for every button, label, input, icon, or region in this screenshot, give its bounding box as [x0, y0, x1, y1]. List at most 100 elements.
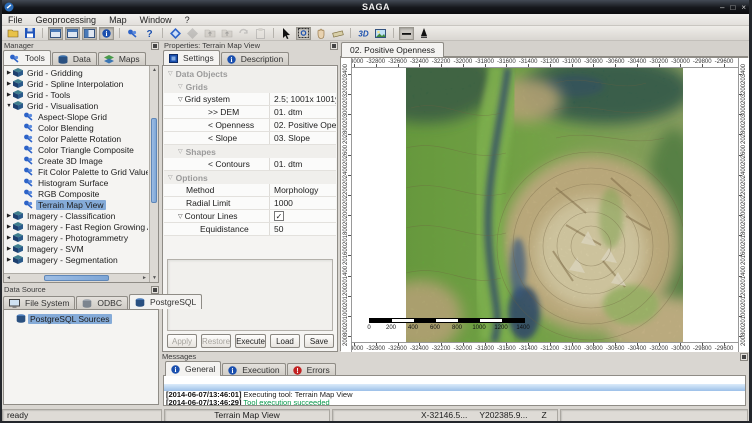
expand-icon[interactable]: ▶ — [5, 235, 13, 241]
tree-item-imagery-fast-region-growing-al[interactable]: ▶Imagery - Fast Region Growing Al — [5, 221, 148, 232]
north-arrow-button[interactable] — [416, 27, 431, 40]
show-data-source-button[interactable] — [65, 27, 80, 40]
manager-tab-tools[interactable]: Tools — [3, 50, 51, 65]
tree-item-imagery-segmentation[interactable]: ▶Imagery - Segmentation — [5, 254, 148, 265]
scroll-up-icon[interactable]: ▲ — [150, 66, 159, 74]
tree-item-color-blending[interactable]: Color Blending — [5, 122, 148, 133]
properties-tab-description[interactable]: iDescription — [221, 52, 290, 65]
message-row[interactable]: [2014-06-07/13:46:29] Tool execution suc… — [164, 399, 745, 407]
help-button[interactable]: ? — [142, 27, 157, 40]
section-collapse-icon[interactable]: ▽ — [168, 174, 173, 181]
messages-list[interactable]: [2014-06-07/13:46:01] Executing tool: Te… — [163, 375, 746, 406]
map-canvas[interactable]: 0200400600800100012001400 — [352, 68, 738, 342]
view-3d-button[interactable]: 3D — [356, 27, 371, 40]
data-source-item-postgresql-sources[interactable]: PostgreSQL Sources — [16, 313, 158, 324]
parameter-value-cell[interactable]: 01. dtm — [270, 158, 336, 170]
section-collapse-icon[interactable]: ▽ — [168, 70, 173, 77]
parameter-value-cell[interactable]: 2.5; 1001x 1001y; -32500 — [270, 93, 336, 105]
manager-tab-data[interactable]: Data — [52, 52, 97, 65]
tree-item-create-3d-image[interactable]: Create 3D Image — [5, 155, 148, 166]
tree-item-terrain-map-view[interactable]: Terrain Map View — [5, 199, 148, 210]
scroll-left-icon[interactable]: ◄ — [4, 274, 13, 283]
zoom-tool-button[interactable] — [296, 27, 311, 40]
parameter-row-grid-system[interactable]: ▽Grid system2.5; 1001x 1001y; -32500 — [164, 93, 336, 106]
tool-chooser-button[interactable] — [125, 27, 140, 40]
parameter-value-cell[interactable]: 03. Slope — [270, 132, 336, 144]
save-as-image-button[interactable] — [373, 27, 388, 40]
scroll-down-icon[interactable]: ▼ — [150, 274, 159, 282]
map-document-tab[interactable]: 02. Positive Openness — [341, 42, 444, 57]
checkbox-checked-icon[interactable]: ✓ — [274, 211, 284, 221]
tree-item-rgb-composite[interactable]: RGB Composite — [5, 188, 148, 199]
parameter-row-method[interactable]: MethodMorphology — [164, 184, 336, 197]
parameter-row-dem[interactable]: >> DEM01. dtm — [164, 106, 336, 119]
parameter-value-cell[interactable]: 01. dtm — [270, 106, 336, 118]
tools-tree-hscroll-thumb[interactable] — [44, 275, 109, 281]
menu-item-help[interactable]: ? — [185, 15, 190, 25]
section-collapse-icon[interactable]: ▽ — [178, 148, 183, 155]
expand-icon[interactable]: ▶ — [5, 92, 13, 98]
execute-button[interactable]: Execute — [235, 334, 266, 348]
tree-item-aspect-slope-grid[interactable]: Aspect-Slope Grid — [5, 111, 148, 122]
menu-item-map[interactable]: Map — [109, 15, 127, 25]
parameter-value-cell[interactable]: 1000 — [270, 197, 336, 209]
tree-item-imagery-photogrammetry[interactable]: ▶Imagery - Photogrammetry — [5, 232, 148, 243]
show-properties-button[interactable] — [82, 27, 97, 40]
expand-icon[interactable]: ▶ — [5, 224, 13, 230]
expand-icon[interactable]: ▶ — [5, 81, 13, 87]
pan-tool-button[interactable] — [313, 27, 328, 40]
open-button[interactable] — [5, 27, 20, 40]
save-button[interactable]: Save — [304, 334, 334, 348]
data-source-tab-file-system[interactable]: File System — [3, 296, 75, 309]
properties-close-button[interactable] — [330, 42, 338, 50]
tree-item-histogram-surface[interactable]: Histogram Surface — [5, 177, 148, 188]
menu-item-window[interactable]: Window — [140, 15, 172, 25]
expand-icon[interactable]: ▶ — [5, 213, 13, 219]
show-messages-button[interactable]: i — [99, 27, 114, 40]
tools-tree-horizontal-scrollbar[interactable]: ◄ ► — [4, 273, 149, 282]
parameter-value-cell[interactable]: Morphology — [270, 184, 336, 196]
save-button[interactable] — [22, 27, 37, 40]
maximize-button[interactable]: □ — [730, 3, 735, 12]
tree-item-imagery-classification[interactable]: ▶Imagery - Classification — [5, 210, 148, 221]
expand-icon[interactable]: ▶ — [5, 246, 13, 252]
tree-item-grid-visualisation[interactable]: ▼Grid - Visualisation — [5, 100, 148, 111]
messages-tab-general[interactable]: iGeneral — [165, 361, 221, 376]
tree-item-grid-tools[interactable]: ▶Grid - Tools — [5, 89, 148, 100]
parameter-value-cell[interactable]: 50 — [270, 223, 336, 235]
close-button[interactable]: × — [741, 3, 746, 12]
parameter-row-equidistance[interactable]: Equidistance50 — [164, 223, 336, 236]
manager-tab-maps[interactable]: Maps — [98, 52, 146, 65]
row-collapse-icon[interactable]: ▽ — [178, 96, 183, 103]
properties-tab-settings[interactable]: Settings — [163, 50, 220, 65]
scroll-right-icon[interactable]: ► — [140, 274, 149, 283]
collapse-icon[interactable]: ▼ — [5, 103, 13, 109]
row-collapse-icon[interactable]: ▽ — [178, 213, 183, 220]
parameter-value-cell[interactable]: ✓ — [270, 210, 336, 222]
messages-close-button[interactable] — [740, 353, 748, 361]
terrain-map-image[interactable] — [406, 68, 683, 342]
zoom-full-extent-button[interactable] — [168, 27, 183, 40]
tree-item-fit-color-palette-to-grid-values[interactable]: Fit Color Palette to Grid Values — [5, 166, 148, 177]
parameter-row-contours[interactable]: < Contours01. dtm — [164, 158, 336, 171]
section-collapse-icon[interactable]: ▽ — [178, 83, 183, 90]
data-source-tab-postgresql[interactable]: PostgreSQL — [129, 294, 202, 309]
parameter-row-contour-lines[interactable]: ▽Contour Lines✓ — [164, 210, 336, 223]
minimize-button[interactable]: – — [720, 3, 724, 12]
tools-tree-vertical-scrollbar[interactable]: ▲ ▼ — [149, 66, 158, 282]
parameter-row-radial-limit[interactable]: Radial Limit1000 — [164, 197, 336, 210]
expand-icon[interactable]: ▶ — [5, 70, 13, 76]
scalebar-toggle-button[interactable] — [399, 27, 414, 40]
manager-close-button[interactable] — [151, 42, 159, 50]
data-source-close-button[interactable] — [151, 286, 159, 294]
tools-tree-scroll-thumb[interactable] — [151, 118, 157, 203]
expand-icon[interactable]: ▶ — [5, 257, 13, 263]
tree-item-grid-spline-interpolation[interactable]: ▶Grid - Spline Interpolation — [5, 78, 148, 89]
load-button[interactable]: Load — [270, 334, 300, 348]
pointer-tool-button[interactable] — [279, 27, 294, 40]
tree-item-color-palette-rotation[interactable]: Color Palette Rotation — [5, 133, 148, 144]
menu-item-file[interactable]: File — [8, 15, 23, 25]
measure-tool-button[interactable] — [330, 27, 345, 40]
tree-item-color-triangle-composite[interactable]: Color Triangle Composite — [5, 144, 148, 155]
data-source-tab-odbc[interactable]: ODBC — [76, 296, 128, 309]
